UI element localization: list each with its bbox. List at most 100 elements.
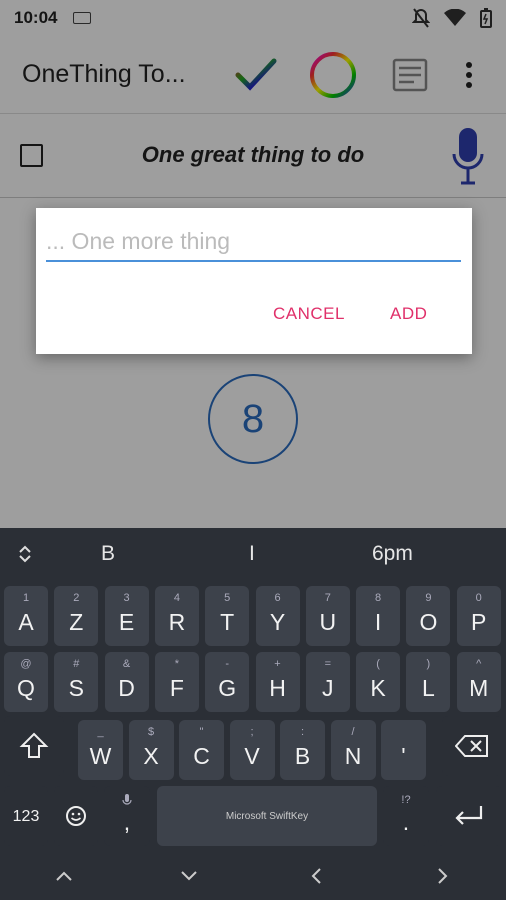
key-label: Q <box>17 675 35 701</box>
key-hint: 0 <box>475 592 482 604</box>
key-label: O <box>419 609 438 635</box>
suggestion-bar: B I 6pm <box>0 528 506 580</box>
key-c[interactable]: " C <box>179 720 224 780</box>
key-v[interactable]: ; V <box>229 720 275 780</box>
key-hint: : <box>300 726 305 738</box>
key-label: F <box>169 675 184 701</box>
key-g[interactable]: -G <box>205 652 250 712</box>
key-hint: / <box>351 726 355 738</box>
backspace-icon <box>455 735 488 757</box>
emoji-icon <box>66 806 86 826</box>
key-hint: ^ <box>476 658 482 670</box>
key-hint: ) <box>426 658 431 670</box>
key-label: I <box>374 609 382 635</box>
key-o[interactable]: 9O <box>406 586 451 646</box>
add-button[interactable]: ADD <box>390 304 427 324</box>
key-f[interactable]: * F <box>154 652 199 712</box>
key-label: Y <box>269 609 286 635</box>
key-m[interactable]: ^ M <box>456 652 501 712</box>
key-q[interactable]: @ Q <box>4 652 48 712</box>
key-hint: 3 <box>123 592 130 604</box>
enter-icon <box>455 806 483 825</box>
key-a[interactable]: 1A <box>4 586 48 646</box>
key-hint: 1 <box>22 592 30 604</box>
key-hint: = <box>324 658 332 670</box>
key-p[interactable]: 0P <box>456 586 501 646</box>
suggestion-2[interactable]: I <box>249 542 255 566</box>
key-hint: 2 <box>73 592 80 604</box>
key-hint: 9 <box>425 592 432 604</box>
key-label: D <box>118 675 135 701</box>
key-hint: + <box>274 658 281 670</box>
key-hint: & <box>122 658 131 670</box>
key-hint: @ <box>20 658 32 670</box>
microphone-hint-icon <box>122 794 132 805</box>
navigation-bar <box>0 856 506 900</box>
on-screen-keyboard: B I 6pm 1 A 2 Z 3 E 4 R 5 T 6 Y 7 U 8 I 9 O 0 P @ Q # S & D * F - G + H… <box>0 528 506 900</box>
space-key[interactable]: Microsoft SwiftKey <box>157 786 377 846</box>
key-b[interactable]: :B <box>280 720 325 780</box>
key-d[interactable]: & D <box>104 652 149 712</box>
key-label: J <box>322 675 334 701</box>
key-label: C <box>193 743 210 769</box>
numbers-key[interactable]: 123 <box>4 786 48 846</box>
screen: 10:04 OneThing To... One great thing to … <box>0 0 506 900</box>
key-hint: 4 <box>173 592 180 604</box>
chevron-up-icon[interactable] <box>55 870 73 882</box>
key-r[interactable]: 4R <box>154 586 199 646</box>
key-t[interactable]: 5T <box>205 586 250 646</box>
key-x[interactable]: $ X <box>128 720 174 780</box>
key-k[interactable]: (K <box>356 652 401 712</box>
chevron-left-icon[interactable] <box>310 867 322 885</box>
key-z[interactable]: 2Z <box>54 586 99 646</box>
key-w[interactable]: _ W <box>78 720 123 780</box>
key-label: M <box>469 675 489 701</box>
emoji-key[interactable] <box>54 786 98 846</box>
key-l[interactable]: ) L <box>406 652 451 712</box>
key-n[interactable]: / N <box>330 720 376 780</box>
shift-icon <box>19 732 49 758</box>
key-label: A <box>18 609 34 635</box>
key-label: Z <box>69 609 84 635</box>
key-label: X <box>143 743 159 769</box>
key-label: L <box>421 675 435 701</box>
chevron-down-icon[interactable] <box>180 870 198 882</box>
chevron-right-icon[interactable] <box>437 867 449 885</box>
enter-key[interactable] <box>436 786 502 846</box>
key-label: G <box>218 675 237 701</box>
add-item-dialog: CANCEL ADD <box>36 208 472 354</box>
period-key[interactable]: !? . <box>383 786 429 846</box>
key-hint: 6 <box>274 592 281 604</box>
key-hint: 8 <box>375 592 382 604</box>
key-e[interactable]: 3E <box>104 586 149 646</box>
key-label: W <box>89 743 112 769</box>
key-label: E <box>118 609 135 635</box>
key-hint: " <box>199 726 204 738</box>
key-hint: _ <box>97 726 104 738</box>
key-i[interactable]: 8I <box>356 586 401 646</box>
key-y[interactable]: 6Y <box>255 586 300 646</box>
comma-key[interactable]: , <box>104 786 150 846</box>
key-j[interactable]: = J <box>305 652 350 712</box>
key-label: R <box>168 609 186 635</box>
key-s[interactable]: # S <box>54 652 99 712</box>
cancel-button[interactable]: CANCEL <box>273 304 345 324</box>
key-label: N <box>344 743 362 769</box>
key-u[interactable]: 7U <box>305 586 350 646</box>
key-label: K <box>370 675 386 701</box>
key-hint: # <box>73 658 80 670</box>
shift-key[interactable] <box>4 716 64 776</box>
suggestion-3[interactable]: 6pm <box>372 542 413 566</box>
suggestion-1[interactable]: B <box>101 542 115 566</box>
key-label: B <box>294 743 311 769</box>
expand-toolbar-icon[interactable] <box>17 544 33 564</box>
key-hint: $ <box>147 726 155 738</box>
key-hint: ; <box>250 726 254 738</box>
key-h[interactable]: + H <box>255 652 300 712</box>
new-item-input[interactable] <box>46 226 461 262</box>
key-label: ' <box>401 743 406 769</box>
key-label: H <box>269 675 286 701</box>
key-label: S <box>68 675 84 701</box>
backspace-key[interactable] <box>442 716 502 776</box>
key-apostrophe[interactable]: ' <box>381 720 426 780</box>
